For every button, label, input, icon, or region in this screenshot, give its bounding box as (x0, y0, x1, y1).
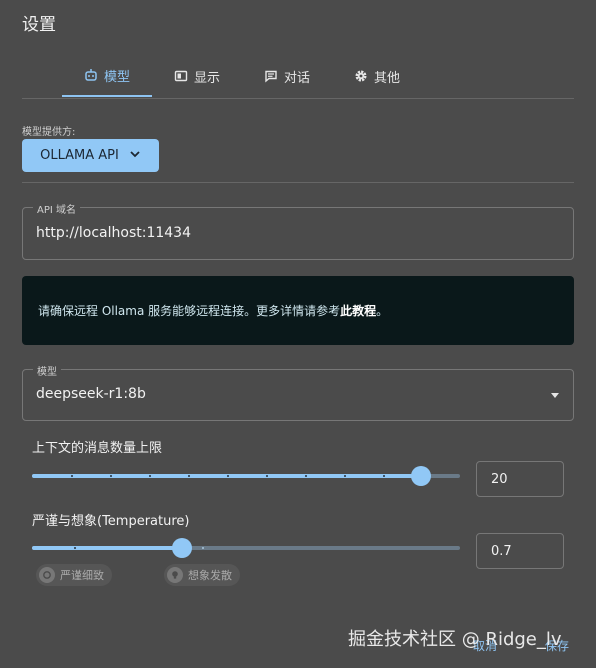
slider-tick (71, 475, 73, 477)
slider-tick (227, 475, 229, 477)
context-limit-thumb[interactable] (411, 466, 432, 486)
info-alert: 请确保远程 Ollama 服务能够远程连接。更多详情请参考 此教程。 (22, 276, 574, 345)
strict-chip[interactable]: 严谨细致 (36, 564, 112, 586)
model-select[interactable]: 模型 deepseek-r1:8b (22, 363, 574, 421)
tutorial-link[interactable]: 此教程 (340, 302, 376, 319)
slider-tick (305, 475, 307, 477)
slider-tick (266, 475, 268, 477)
lightbulb-icon (167, 567, 183, 583)
chevron-down-icon (129, 148, 141, 164)
temperature-slider[interactable] (32, 538, 460, 558)
provider-label: 模型提供方: (22, 127, 76, 138)
section-divider (22, 182, 574, 183)
provider-select-button[interactable]: OLLAMA API (22, 139, 159, 172)
slider-tick (202, 547, 204, 549)
strict-chip-label: 严谨细致 (60, 569, 104, 582)
temperature-thumb[interactable] (171, 538, 192, 558)
info-suffix: 。 (376, 304, 389, 318)
creative-chip-label: 想象发散 (188, 569, 232, 582)
watermark-text: 掘金技术社区 @ Ridge_lv (348, 629, 562, 650)
slider-tick (110, 475, 112, 477)
context-limit-label: 上下文的消息数量上限 (32, 441, 163, 456)
context-limit-slider[interactable] (32, 466, 460, 486)
context-limit-input[interactable]: 20 (476, 461, 564, 497)
tab-other[interactable]: 其他 (332, 55, 422, 97)
temperature-label: 严谨与想象(Temperature) (32, 514, 190, 529)
gear-icon (354, 69, 368, 83)
temperature-input[interactable]: 0.7 (476, 533, 564, 569)
tabs-divider (22, 98, 574, 99)
tab-label: 其他 (373, 70, 400, 86)
info-text: 请确保远程 Ollama 服务能够远程连接。更多详情请参考 (38, 304, 341, 318)
tab-label: 模型 (103, 69, 130, 85)
model-label: 模型 (33, 363, 61, 378)
slider-tick (149, 475, 151, 477)
tab-label: 对话 (283, 70, 310, 86)
slider-tick (344, 475, 346, 477)
chat-icon (264, 69, 278, 83)
creative-chip[interactable]: 想象发散 (164, 564, 240, 586)
model-value: deepseek-r1:8b (36, 386, 146, 402)
dropdown-caret-icon (551, 393, 559, 398)
settings-tabs: 模型 显示 对话 其他 (62, 55, 422, 98)
brain-icon (39, 567, 55, 583)
api-domain-field[interactable]: API 域名 http://localhost:11434 (22, 201, 574, 260)
provider-value: OLLAMA API (40, 148, 119, 163)
tab-display[interactable]: 显示 (152, 55, 242, 97)
slider-tick (383, 475, 385, 477)
slider-tick (74, 547, 76, 549)
tab-model[interactable]: 模型 (62, 55, 152, 97)
display-icon (174, 69, 188, 83)
api-domain-value: http://localhost:11434 (36, 225, 191, 241)
robot-icon (84, 68, 98, 82)
api-domain-label: API 域名 (33, 201, 80, 216)
slider-tick (188, 475, 190, 477)
page-title: 设置 (22, 15, 56, 35)
temperature-fill (32, 546, 182, 550)
tab-label: 显示 (193, 70, 220, 86)
tab-chat[interactable]: 对话 (242, 55, 332, 97)
